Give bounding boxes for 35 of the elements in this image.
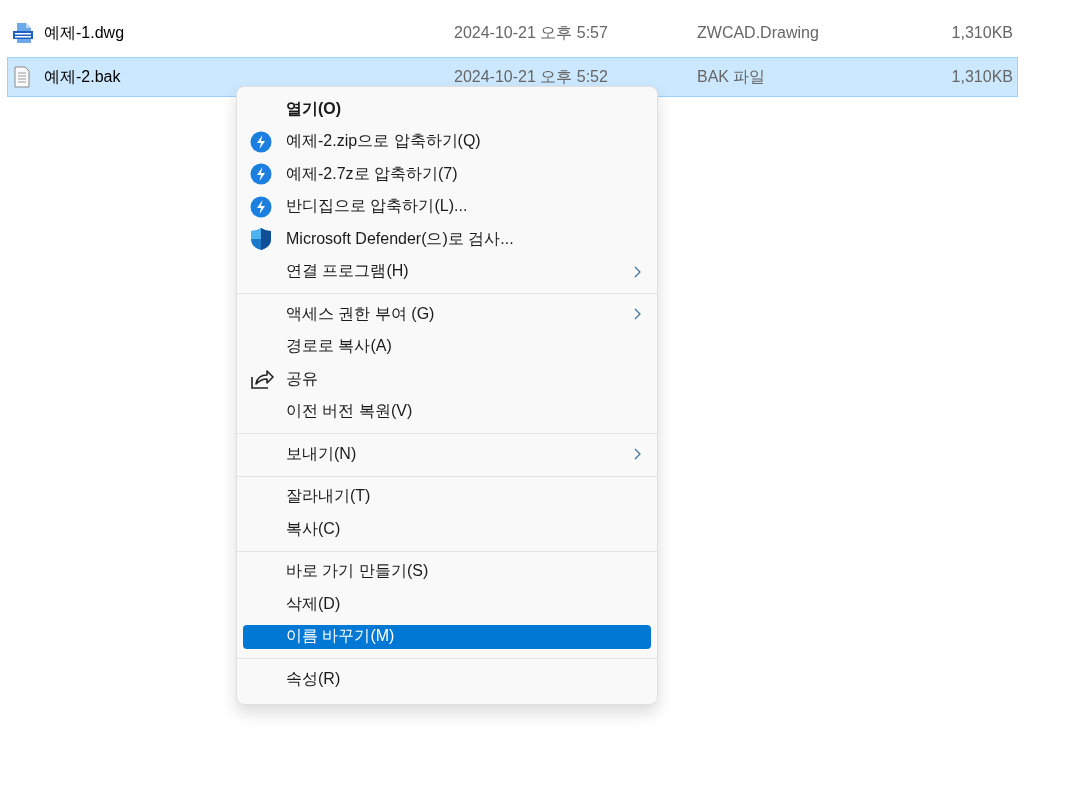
file-row[interactable]: 예제-1.dwg 2024-10-21 오후 5:57 ZWCAD.Drawing 1,310KB: [7, 16, 1018, 50]
chevron-right-icon: [634, 448, 641, 461]
file-name: 예제-1.dwg: [44, 22, 126, 43]
shield-icon: [250, 227, 272, 252]
file-date: 2024-10-21 오후 5:57: [454, 22, 609, 43]
menu-item[interactable]: 속성(R): [243, 663, 651, 696]
lightning-icon: [250, 163, 272, 186]
menu-item[interactable]: 바로 가기 만들기(S): [243, 555, 651, 588]
menu-item[interactable]: 공유: [243, 363, 651, 396]
chevron-right-icon: [634, 265, 641, 278]
menu-item[interactable]: 삭제(D): [243, 588, 651, 621]
file-row[interactable]: 예제-2.bak 2024-10-21 오후 5:52 BAK 파일 1,310KB: [7, 57, 1018, 97]
file-size: 1,310KB: [950, 24, 1014, 42]
lightning-icon: [250, 195, 272, 218]
file-date: 2024-10-21 오후 5:52: [454, 66, 609, 87]
menu-item[interactable]: 이전 버전 복원(V): [243, 395, 651, 428]
menu-item[interactable]: 보내기(N): [243, 438, 651, 471]
document-icon: [12, 66, 32, 88]
file-name: 예제-2.bak: [44, 66, 122, 87]
menu-item[interactable]: 예제-2.zip으로 압축하기(Q): [243, 125, 651, 158]
menu-item[interactable]: 반디집으로 압축하기(L)...: [243, 190, 651, 223]
file-type: ZWCAD.Drawing: [697, 24, 820, 42]
menu-item[interactable]: 복사(C): [243, 513, 651, 546]
file-type: BAK 파일: [697, 66, 767, 87]
menu-item[interactable]: 액세스 권한 부여 (G): [243, 298, 651, 331]
menu-item[interactable]: Microsoft Defender(으)로 검사...: [243, 223, 651, 256]
lightning-icon: [250, 130, 272, 153]
menu-item[interactable]: 연결 프로그램(H): [243, 255, 651, 288]
menu-item[interactable]: 잘라내기(T): [243, 480, 651, 513]
menu-item[interactable]: 예제-2.7z로 압축하기(7): [243, 158, 651, 191]
file-size: 1,310KB: [950, 68, 1014, 86]
menu-item[interactable]: 이름 바꾸기(M): [243, 624, 651, 649]
chevron-right-icon: [634, 308, 641, 321]
share-icon: [250, 368, 274, 391]
menu-item[interactable]: 경로로 복사(A): [243, 330, 651, 363]
